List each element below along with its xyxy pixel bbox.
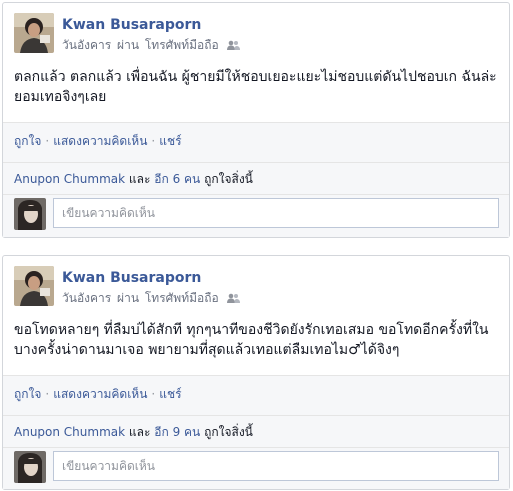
- share-link[interactable]: แชร์: [159, 387, 181, 401]
- other-likers-link[interactable]: อีก 9 คน: [154, 425, 200, 439]
- author-avatar[interactable]: [14, 266, 54, 306]
- friends-privacy-icon[interactable]: [226, 292, 240, 306]
- story-meta: วันอังคาร ผ่าน โทรศัพท์มือถือ: [62, 289, 240, 308]
- friends-privacy-icon[interactable]: [226, 39, 240, 53]
- comment-composer: เขียนความคิดเห็น: [3, 447, 509, 489]
- story-actions: ถูกใจ · แสดงความคิดเห็น · แชร์: [3, 122, 509, 162]
- post-message: ตลกแล้ว ตลกแล้ว เพื่อนฉัน ผู้ชายมีให้ชอบ…: [14, 69, 497, 105]
- author-name[interactable]: Kwan Busaraporn: [62, 17, 201, 33]
- comment-link[interactable]: แสดงความคิดเห็น: [53, 134, 147, 148]
- story-meta: วันอังคาร ผ่าน โทรศัพท์มือถือ: [62, 36, 240, 55]
- viewer-avatar: [14, 451, 46, 483]
- comment-input[interactable]: เขียนความคิดเห็น: [53, 451, 499, 481]
- like-and: และ: [128, 172, 151, 186]
- comment-link[interactable]: แสดงความคิดเห็น: [53, 387, 147, 401]
- like-link[interactable]: ถูกใจ: [14, 134, 41, 148]
- post-timestamp[interactable]: วันอังคาร: [62, 291, 111, 305]
- like-and: และ: [128, 425, 151, 439]
- post-source[interactable]: โทรศัพท์มือถือ: [145, 38, 219, 52]
- post-source[interactable]: โทรศัพท์มือถือ: [145, 291, 219, 305]
- viewer-avatar: [14, 198, 46, 230]
- like-suffix: ถูกใจสิ่งนี้: [204, 172, 253, 186]
- liker-name[interactable]: Anupon Chummak: [14, 425, 125, 439]
- feed-story: Kwan Busaraporn วันอังคาร ผ่าน โทรศัพท์ม…: [2, 2, 510, 238]
- post-timestamp[interactable]: วันอังคาร: [62, 38, 111, 52]
- comment-input[interactable]: เขียนความคิดเห็น: [53, 198, 499, 228]
- story-actions: ถูกใจ · แสดงความคิดเห็น · แชร์: [3, 375, 509, 415]
- like-summary: Anupon Chummak และ อีก 6 คน ถูกใจสิ่งนี้: [3, 162, 509, 194]
- liker-name[interactable]: Anupon Chummak: [14, 172, 125, 186]
- other-likers-link[interactable]: อีก 6 คน: [154, 172, 200, 186]
- like-link[interactable]: ถูกใจ: [14, 387, 41, 401]
- like-summary: Anupon Chummak และ อีก 9 คน ถูกใจสิ่งนี้: [3, 415, 509, 447]
- feed-story: Kwan Busaraporn วันอังคาร ผ่าน โทรศัพท์ม…: [2, 255, 510, 490]
- share-link[interactable]: แชร์: [159, 134, 181, 148]
- meta-via: ผ่าน: [117, 38, 140, 52]
- author-avatar[interactable]: [14, 13, 54, 53]
- comment-composer: เขียนความคิดเห็น: [3, 194, 509, 237]
- post-message: ขอโทดหลายๆ ที่ลืมบ่ได้สักที ทุกๆนาทีของช…: [14, 322, 489, 358]
- author-name[interactable]: Kwan Busaraporn: [62, 270, 201, 286]
- meta-via: ผ่าน: [117, 291, 140, 305]
- like-suffix: ถูกใจสิ่งนี้: [204, 425, 253, 439]
